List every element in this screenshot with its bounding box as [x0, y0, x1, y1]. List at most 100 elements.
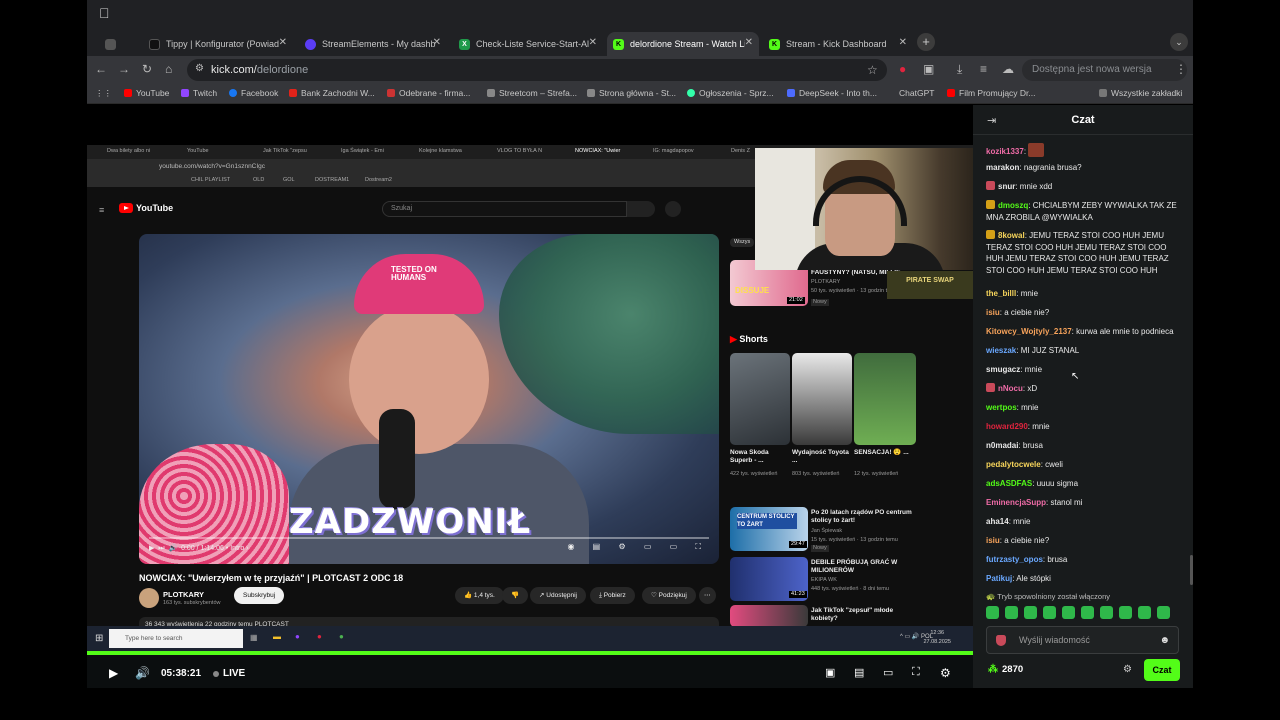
chat-username[interactable]: Patikuj — [986, 574, 1012, 583]
chat-username[interactable]: nNocu — [998, 384, 1023, 393]
browser-tab[interactable]: Tippy | Konfigurator (Powiad ✕ — [143, 32, 293, 56]
emote-icon[interactable] — [1062, 606, 1075, 619]
stream-video[interactable]: Dwa bilety albo ni YouTube Jak TikTok "z… — [87, 105, 973, 651]
bookmark-olx[interactable]: Ogłoszenia - Sprz... — [687, 88, 774, 98]
fullscreen-icon[interactable]: ⛶ — [912, 666, 920, 679]
chat-username[interactable]: aha14 — [986, 517, 1009, 526]
bookmark-facebook[interactable]: Facebook — [229, 88, 278, 98]
channel-points[interactable]: ⁂ 2870 — [988, 664, 1023, 675]
chat-username[interactable]: wieszak — [986, 346, 1016, 355]
close-icon[interactable]: ✕ — [279, 37, 287, 48]
emote-icon[interactable] — [1024, 606, 1037, 619]
tippy-icon — [149, 38, 160, 50]
chat-username[interactable]: the_billl — [986, 289, 1016, 298]
emote-icon[interactable] — [1119, 606, 1132, 619]
chat-username[interactable]: 8kowal — [998, 231, 1025, 240]
chat-username[interactable]: dmoszq — [998, 201, 1028, 210]
close-icon[interactable]: ✕ — [589, 37, 597, 48]
emote-icon[interactable] — [1043, 606, 1056, 619]
bookmark-gmail[interactable]: Odebrane - firma... — [387, 88, 470, 98]
bookmark-star-icon[interactable]: ☆ — [867, 63, 878, 77]
miniplayer-icon[interactable]: ▣ — [825, 666, 835, 679]
chat-username[interactable]: pedalytocwele — [986, 460, 1041, 469]
bookmark-strona[interactable]: Strona główna - St... — [587, 88, 676, 98]
apps-icon[interactable]: ⋮⋮ — [95, 88, 112, 99]
new-tab-button[interactable]: + — [917, 33, 935, 51]
bank-icon — [289, 89, 297, 97]
download-icon[interactable]: ⤓ — [957, 62, 962, 77]
forward-icon[interactable]: → — [118, 62, 130, 76]
emote-icon[interactable] — [1081, 606, 1094, 619]
emote-icon[interactable] — [986, 606, 999, 619]
tab-search-button[interactable]: ⌄ — [1170, 33, 1188, 51]
chat-input[interactable]: Wyślij wiadomość ☻ — [986, 626, 1179, 654]
sidebar-icon — [105, 38, 116, 50]
yt-dislike: 👎 — [502, 587, 529, 604]
chat-username[interactable]: isiu — [986, 536, 1000, 545]
emoji-icon[interactable]: ☻ — [1159, 635, 1170, 646]
address-bar[interactable]: ⚙ kick.com/delordione ☆ — [187, 59, 887, 81]
chat-text: brusa — [1022, 441, 1043, 450]
bookmark-twitch[interactable]: Twitch — [181, 88, 217, 98]
tab-sidebar-toggle[interactable] — [99, 32, 135, 56]
extension-icon[interactable]: ● — [899, 62, 906, 76]
short-thumb — [730, 353, 790, 445]
bookmark-bank[interactable]: Bank Zachodni W... — [289, 88, 375, 98]
home-icon[interactable]: ⌂ — [165, 62, 172, 76]
chat-message: Patikuj: Ale stópki — [986, 574, 1051, 583]
play-icon[interactable]: ▶ — [109, 666, 118, 680]
chat-username[interactable]: howard290 — [986, 422, 1028, 431]
chat-send-button[interactable]: Czat — [1144, 659, 1180, 681]
chat-username[interactable]: Kitowcy_Wojtyly_2137 — [986, 327, 1072, 336]
twitch-icon — [181, 89, 189, 97]
extensions-puzzle-icon[interactable]: ▣ — [923, 62, 934, 76]
chat-username[interactable]: marakon — [986, 163, 1019, 172]
apple-icon[interactable]:  — [99, 5, 110, 21]
close-icon[interactable]: ✕ — [899, 37, 907, 48]
browser-tab[interactable]: K Stream - Kick Dashboard ✕ — [763, 32, 913, 56]
back-icon[interactable]: ← — [95, 62, 107, 76]
reload-icon[interactable]: ↻ — [142, 62, 152, 76]
chat-username[interactable]: wertpos — [986, 403, 1017, 412]
emote-icon[interactable] — [1100, 606, 1113, 619]
emote-icon[interactable] — [1138, 606, 1151, 619]
chat-text: nagrania brusa? — [1023, 163, 1082, 172]
live-indicator[interactable]: LIVE — [213, 668, 245, 679]
chat-username[interactable]: futrzasty_opos — [986, 555, 1043, 564]
chat-username[interactable]: n0madai — [986, 441, 1018, 450]
settings-icon[interactable]: ⚙ — [940, 666, 951, 680]
close-icon[interactable]: ✕ — [745, 37, 753, 48]
close-icon[interactable]: ✕ — [433, 37, 441, 48]
chat-username[interactable]: snur — [998, 182, 1015, 191]
chat-username[interactable]: adsASDFAS — [986, 479, 1032, 488]
emote-icon[interactable] — [1157, 606, 1170, 619]
chrome-update-notice[interactable]: Dostępna jest nowa wersja Chrome — [1022, 59, 1187, 97]
volume-icon[interactable]: 🔊 — [135, 666, 150, 680]
streamelements-icon — [305, 38, 316, 50]
chat-scrollbar[interactable] — [1190, 555, 1193, 585]
browser-tab[interactable]: X Check-Liste Service-Start-Al ✕ — [453, 32, 603, 56]
chat-username[interactable]: EminencjaSupp — [986, 498, 1046, 507]
profile-icon[interactable]: ☁ — [1002, 62, 1014, 76]
media-control-icon[interactable]: ≡ — [980, 62, 987, 76]
chat-message: 8kowal: JEMU TERAZ STOI COO HUH JEMU TER… — [986, 230, 1169, 275]
chat-settings-icon[interactable]: ⚙ — [1123, 664, 1132, 675]
chat-username[interactable]: smugacz — [986, 365, 1020, 374]
more-menu-icon[interactable]: ⋮ — [1175, 62, 1187, 76]
bookmark-all[interactable]: Wszystkie zakładki — [1099, 88, 1182, 98]
theater-icon[interactable]: ▭ — [883, 666, 893, 679]
emote-icon[interactable] — [1005, 606, 1018, 619]
chat-username[interactable]: isiu — [986, 308, 1000, 317]
bookmark-chatgpt[interactable]: ChatGPT — [899, 88, 934, 98]
bookmark-streetcom[interactable]: Streetcom – Strefa... — [487, 88, 577, 98]
bookmark-deepseek[interactable]: DeepSeek - Into th... — [787, 88, 877, 98]
browser-tab[interactable]: StreamElements - My dashb ✕ — [299, 32, 447, 56]
chat-message: pedalytocwele: cweli — [986, 460, 1063, 469]
kick-page: Dwa bilety albo ni YouTube Jak TikTok "z… — [87, 105, 1193, 688]
chat-username[interactable]: kozik1337 — [986, 147, 1024, 156]
bookmark-youtube[interactable]: YouTube — [124, 88, 169, 98]
clip-icon[interactable]: ▤ — [854, 666, 864, 679]
browser-tab-active[interactable]: K delordione Stream - Watch Li ✕ — [607, 32, 759, 56]
site-info-icon[interactable]: ⚙ — [195, 63, 204, 74]
bookmark-film[interactable]: Film Promujący Dr... — [947, 88, 1036, 98]
